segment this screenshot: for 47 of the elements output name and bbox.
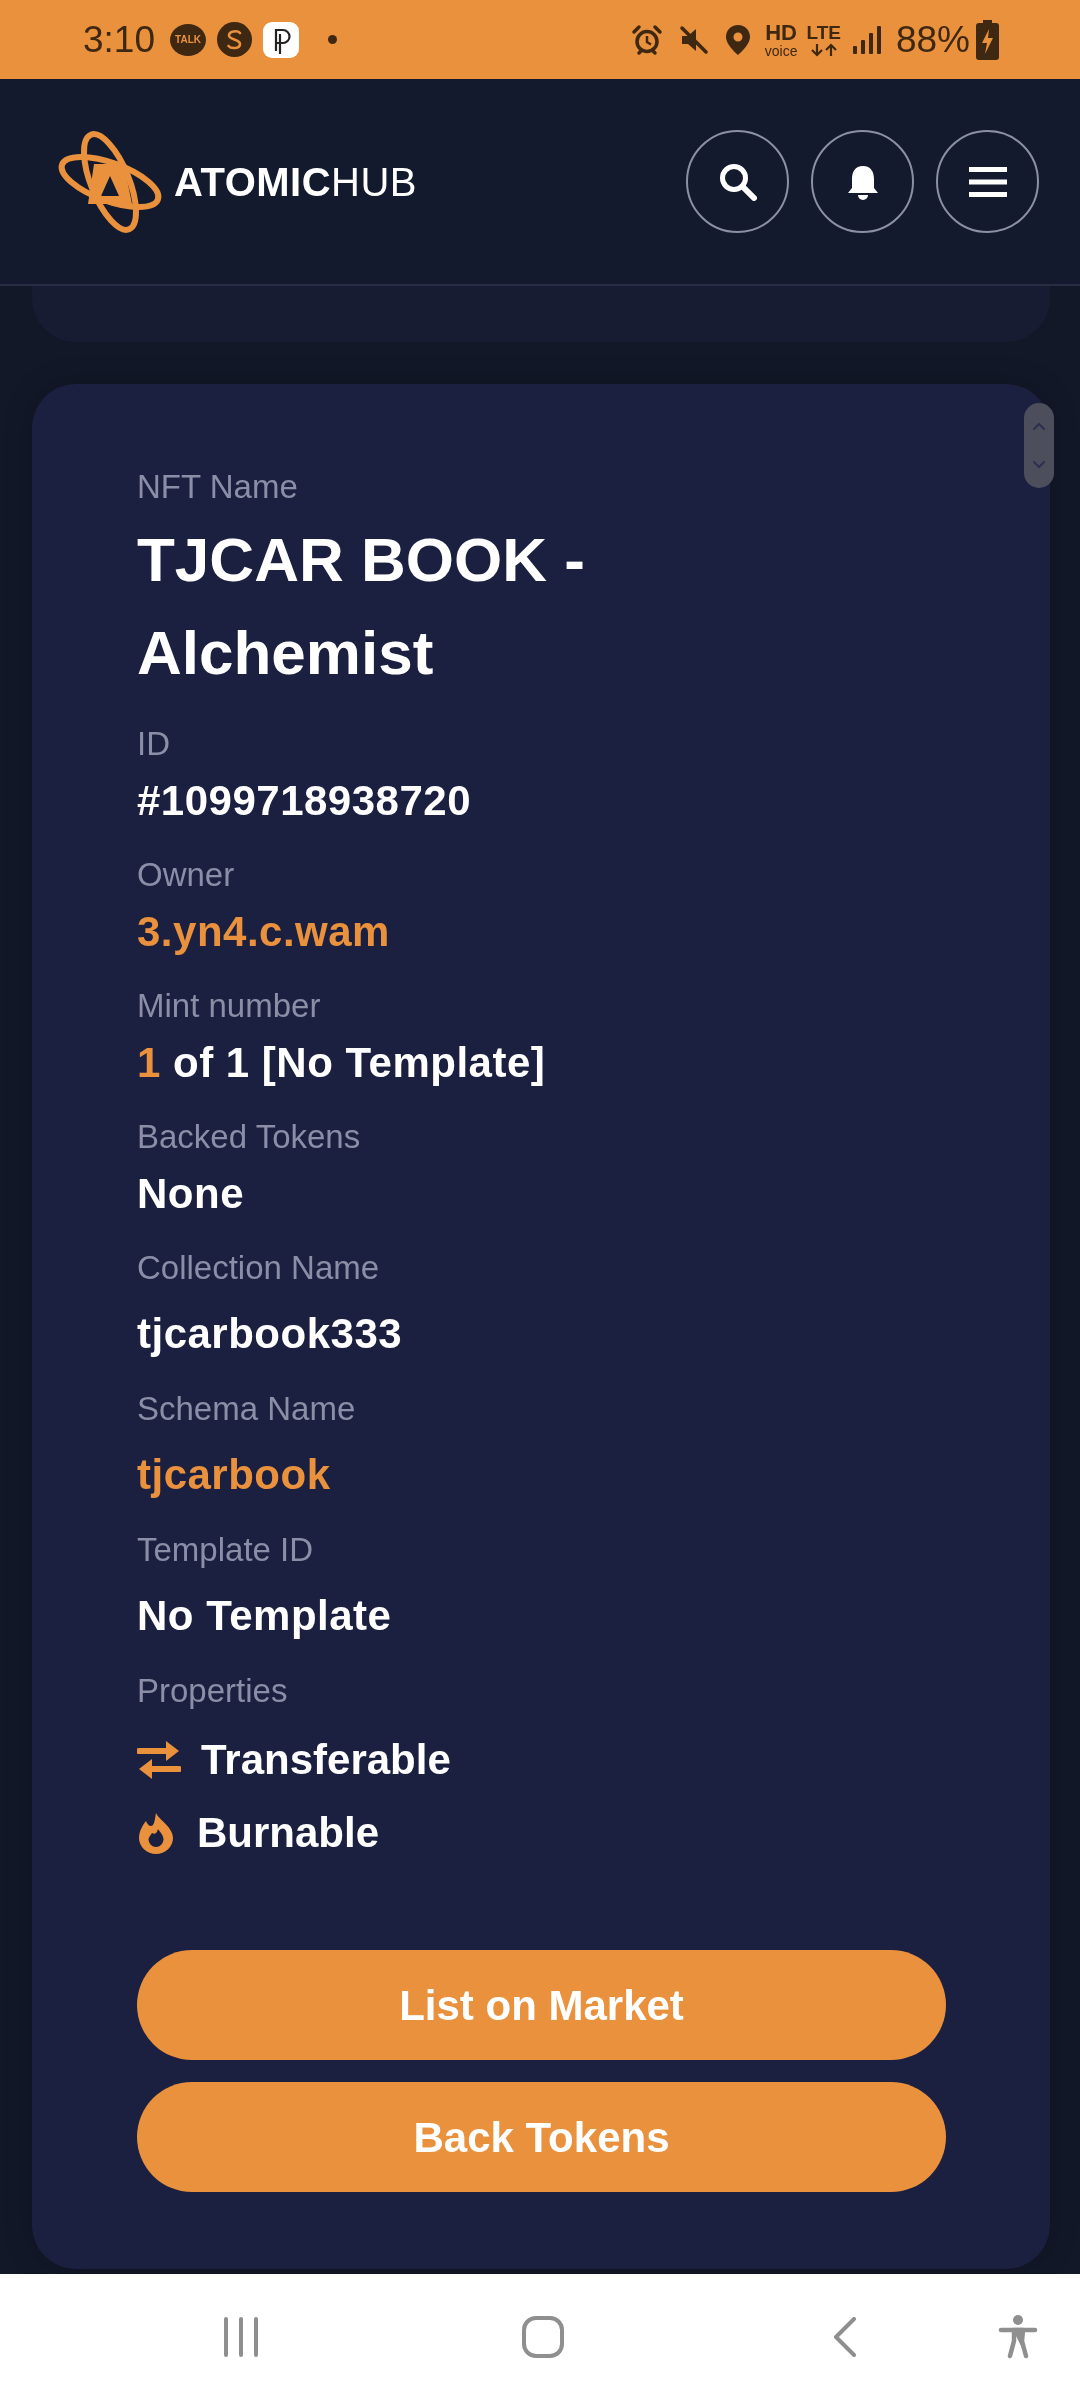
- field-label: Collection Name: [137, 1248, 381, 1288]
- field-label: Template ID: [137, 1530, 315, 1570]
- battery-percent: 88%: [895, 17, 970, 62]
- field-label: NFT Name: [137, 467, 299, 507]
- voice-indicator: voice: [764, 43, 798, 58]
- muted-speaker-icon: [678, 24, 709, 55]
- hd-indicator: HD: [765, 21, 797, 44]
- data-arrows-icon: [809, 42, 838, 57]
- recent-apps-icon[interactable]: [222, 2317, 260, 2357]
- property-text: Burnable: [197, 1808, 380, 1858]
- field-label: Schema Name: [137, 1389, 357, 1429]
- menu-icon: [968, 166, 1007, 197]
- signal-bars-icon: [852, 25, 881, 54]
- swap-arrows-icon: [137, 1739, 181, 1781]
- charging-battery-icon: [976, 19, 999, 60]
- location-pin-icon: [724, 23, 751, 56]
- lte-indicator: LTE: [806, 22, 841, 43]
- field-label: Backed Tokens: [137, 1117, 362, 1157]
- logo-text[interactable]: ATOMICHUB: [174, 157, 417, 206]
- mint-number-text: 1 of 1 [No Template]: [137, 1038, 547, 1088]
- clock-time: 3:10: [83, 17, 155, 62]
- app-icon: [263, 21, 299, 58]
- field-label: ID: [137, 724, 171, 764]
- property-text: Transferable: [201, 1735, 451, 1785]
- field-value: None: [137, 1169, 245, 1219]
- home-icon[interactable]: [522, 2316, 564, 2358]
- accessibility-icon[interactable]: [998, 2315, 1038, 2359]
- nft-title: TJCAR BOOK - Alchemist: [137, 524, 586, 689]
- field-value: #1099718938720: [137, 776, 473, 826]
- scroll-handle[interactable]: [1024, 403, 1054, 488]
- field-value: tjcarbook333: [137, 1309, 404, 1359]
- value-link[interactable]: 3.yn4.c.wam: [137, 907, 946, 957]
- field-label: Properties: [137, 1671, 289, 1711]
- value-link[interactable]: tjcarbook: [137, 1450, 946, 1500]
- field-label: Mint number: [137, 986, 322, 1026]
- field-label: Owner: [137, 855, 236, 895]
- notifications-button[interactable]: [811, 130, 914, 233]
- search-button[interactable]: [686, 130, 789, 233]
- alarm-clock-icon: [630, 23, 663, 56]
- menu-button[interactable]: [936, 130, 1039, 233]
- back-icon[interactable]: [833, 2317, 857, 2357]
- flame-icon: [137, 1812, 175, 1854]
- coin-icon: [217, 22, 252, 57]
- field-value: No Template: [137, 1591, 393, 1641]
- search-icon: [718, 162, 757, 201]
- chat-app-badge: TALK: [170, 23, 206, 56]
- dot-icon: [328, 35, 337, 44]
